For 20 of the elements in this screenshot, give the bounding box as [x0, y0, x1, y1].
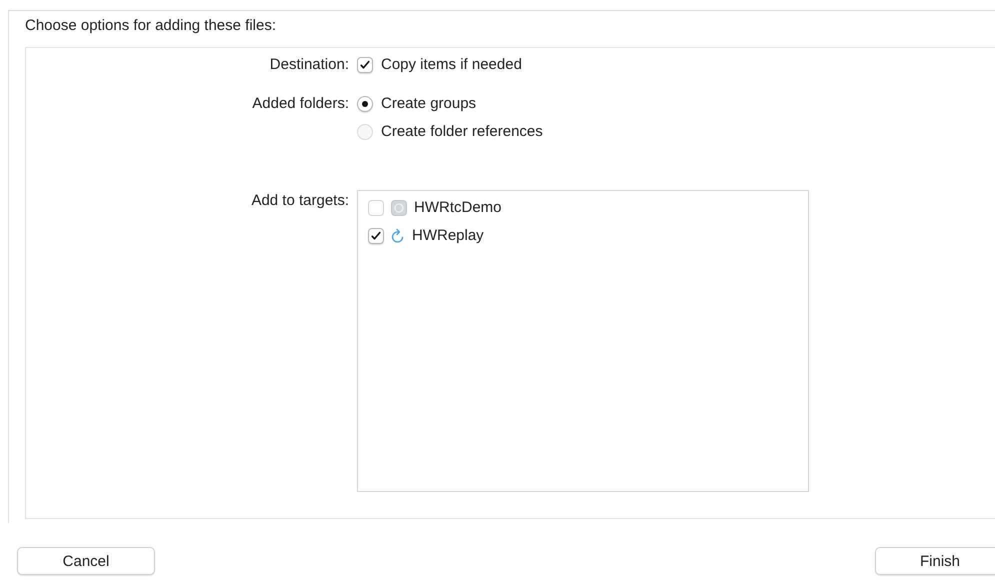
- checkbox[interactable]: [368, 228, 384, 244]
- app-icon: [391, 200, 407, 216]
- radio-button[interactable]: [357, 96, 373, 112]
- checkmark-icon: [370, 230, 382, 242]
- checkbox[interactable]: [357, 57, 373, 73]
- radio-button[interactable]: [357, 124, 373, 140]
- field-label: Destination:: [270, 55, 349, 75]
- target-name: HWRtcDemo: [414, 198, 502, 218]
- checkbox[interactable]: [368, 200, 384, 216]
- dialog-button[interactable]: Finish: [875, 547, 995, 575]
- option-label: Create folder references: [381, 122, 543, 142]
- refresh-icon: [391, 228, 405, 244]
- dialog-button[interactable]: Cancel: [17, 547, 155, 575]
- sheet-title: Choose options for adding these files:: [25, 16, 276, 36]
- field-label: Added folders:: [252, 94, 349, 114]
- option-label: Create groups: [381, 94, 476, 114]
- target-name: HWReplay: [412, 226, 484, 246]
- field-label: Add to targets:: [251, 191, 349, 211]
- checkmark-icon: [359, 59, 371, 71]
- option-label: Copy items if needed: [381, 55, 522, 75]
